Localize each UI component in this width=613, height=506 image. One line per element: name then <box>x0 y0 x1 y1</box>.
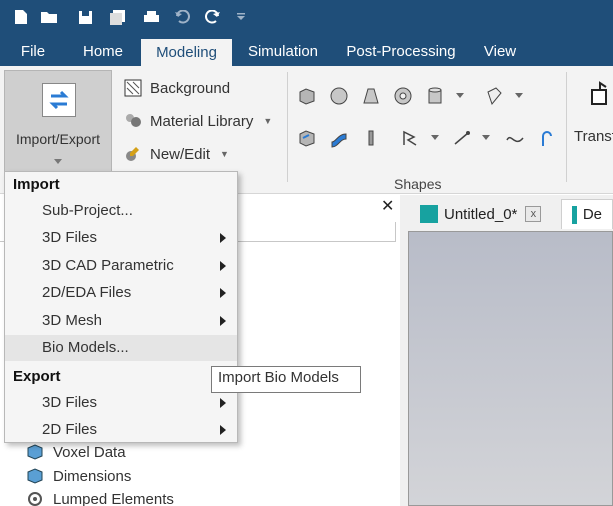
redo-icon[interactable] <box>204 8 222 26</box>
background-icon <box>124 79 142 97</box>
project-icon <box>572 205 577 224</box>
submenu-arrow-icon <box>220 425 226 435</box>
doc-tab-untitled[interactable]: Untitled_0* x <box>420 199 542 229</box>
tree-item-label: Voxel Data <box>53 443 126 461</box>
tree-item-label: Lumped Elements <box>53 490 174 506</box>
chevron-down-icon[interactable] <box>430 132 440 142</box>
tab-view[interactable]: View <box>476 36 524 66</box>
bend-icon[interactable] <box>329 128 349 148</box>
ribbon-separator <box>287 72 288 182</box>
curve-line-icon[interactable] <box>452 128 472 148</box>
tree-item-dimensions[interactable]: Dimensions <box>26 466 131 486</box>
save-icon[interactable] <box>76 8 94 26</box>
ribbon-tabs: File Home Modeling Simulation Post-Proce… <box>0 36 613 66</box>
new-edit-button[interactable]: New/Edit ▼ <box>124 142 229 166</box>
menu-item-label: 3D Files <box>42 229 98 246</box>
tree-item-voxel-data[interactable]: Voxel Data <box>26 442 126 462</box>
cylinder-icon[interactable] <box>425 86 445 106</box>
chevron-down-icon <box>54 159 62 164</box>
transform-label[interactable]: Transf <box>574 128 613 145</box>
extrude-icon[interactable] <box>484 86 504 106</box>
new-edit-icon <box>124 145 142 163</box>
new-file-icon[interactable] <box>12 8 30 26</box>
doc-tab-label: De <box>582 206 602 223</box>
material-library-icon <box>124 112 142 130</box>
menu-item-2d-eda-files[interactable]: 2D/EDA Files <box>5 280 237 306</box>
doc-tab-active[interactable]: De <box>561 199 613 229</box>
menu-item-bio-models[interactable]: Bio Models... <box>5 335 237 361</box>
3d-viewport[interactable] <box>408 231 613 506</box>
menu-item-label: 2D Files <box>42 421 98 438</box>
close-icon[interactable]: ✕ <box>381 196 394 216</box>
print-icon[interactable] <box>142 8 160 26</box>
new-edit-label: New/Edit <box>150 145 211 163</box>
menu-item-label: 3D CAD Parametric <box>42 257 174 274</box>
spline-icon[interactable] <box>505 128 525 148</box>
tab-file[interactable]: File <box>10 36 56 66</box>
submenu-arrow-icon <box>220 288 226 298</box>
project-icon <box>420 205 438 223</box>
rotate-icon[interactable] <box>361 128 381 148</box>
curve-polygon-icon[interactable] <box>400 128 420 148</box>
tab-simulation[interactable]: Simulation <box>240 36 326 66</box>
background-button[interactable]: Background <box>124 76 230 100</box>
ribbon-separator <box>566 72 567 182</box>
menu-header-export: Export <box>13 368 61 385</box>
chevron-down-icon: ▼ <box>220 149 229 159</box>
background-label: Background <box>150 79 231 97</box>
menu-item-export-3d-files[interactable]: 3D Files <box>5 390 237 416</box>
import-export-label: Import/Export <box>15 131 101 147</box>
submenu-arrow-icon <box>220 398 226 408</box>
menu-item-label: 3D Files <box>42 394 98 411</box>
material-library-label: Material Library <box>150 112 254 130</box>
menu-item-3d-files[interactable]: 3D Files <box>5 225 237 251</box>
trace-icon[interactable] <box>537 128 557 148</box>
dimensions-icon <box>27 468 43 484</box>
menu-item-label: 3D Mesh <box>42 312 103 329</box>
customize-dropdown-icon[interactable] <box>232 8 250 26</box>
menu-item-3d-cad-parametric[interactable]: 3D CAD Parametric <box>5 253 237 279</box>
torus-icon[interactable] <box>393 86 413 106</box>
chevron-down-icon[interactable] <box>455 90 465 100</box>
menu-item-label: Sub-Project... <box>42 202 133 219</box>
sphere-icon[interactable] <box>329 86 349 106</box>
doc-tab-label: Untitled_0* <box>444 205 518 223</box>
lumped-elements-icon <box>28 492 42 506</box>
transform-icon[interactable] <box>590 80 612 110</box>
shapes-group-label: Shapes <box>394 176 442 192</box>
menu-item-export-2d-files[interactable]: 2D Files <box>5 417 237 443</box>
brick-icon[interactable] <box>297 86 317 106</box>
import-export-icon <box>42 83 76 117</box>
menu-item-label: 2D/EDA Files <box>42 284 132 301</box>
voxel-icon <box>27 444 43 460</box>
tree-item-lumped-elements[interactable]: Lumped Elements <box>26 489 174 506</box>
save-all-icon[interactable] <box>108 8 126 26</box>
quick-access-toolbar <box>0 0 613 36</box>
undo-icon[interactable] <box>173 8 191 26</box>
import-export-menu: Import Sub-Project... 3D Files 3D CAD Pa… <box>4 171 238 443</box>
tab-post-processing[interactable]: Post-Processing <box>340 36 462 66</box>
submenu-arrow-icon <box>220 316 226 326</box>
tree-item-label: Dimensions <box>53 467 132 485</box>
menu-header-import: Import <box>13 176 60 193</box>
close-tab-icon[interactable]: x <box>525 206 542 222</box>
menu-item-sub-project[interactable]: Sub-Project... <box>5 198 237 224</box>
open-folder-icon[interactable] <box>40 8 58 26</box>
chevron-down-icon[interactable] <box>481 132 491 142</box>
tab-home[interactable]: Home <box>74 36 132 66</box>
transform-brick-icon[interactable] <box>297 128 317 148</box>
tooltip: Import Bio Models <box>211 366 361 393</box>
chevron-down-icon[interactable] <box>514 90 524 100</box>
submenu-arrow-icon <box>220 233 226 243</box>
material-library-button[interactable]: Material Library ▼ <box>124 109 272 133</box>
cone-icon[interactable] <box>361 86 381 106</box>
chevron-down-icon: ▼ <box>263 116 273 126</box>
menu-item-3d-mesh[interactable]: 3D Mesh <box>5 308 237 334</box>
menu-item-label: Bio Models... <box>42 339 129 356</box>
tab-modeling[interactable]: Modeling <box>141 39 232 66</box>
submenu-arrow-icon <box>220 261 226 271</box>
